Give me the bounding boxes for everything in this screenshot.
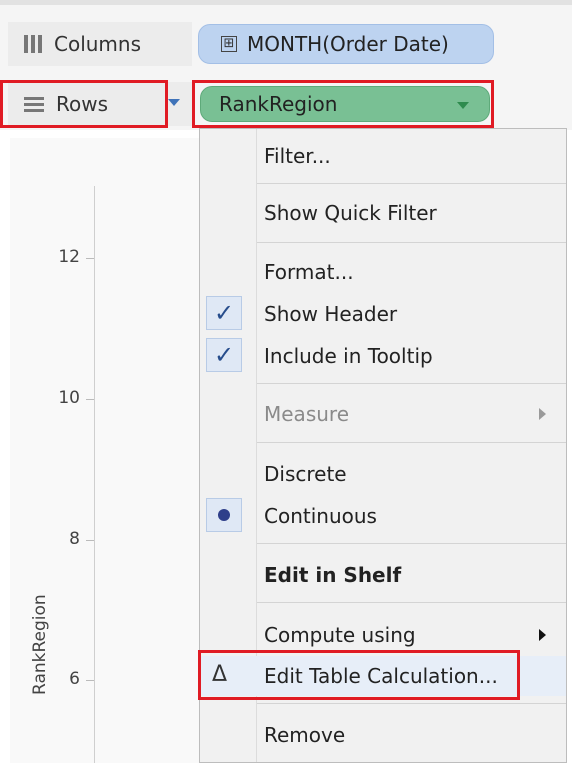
menu-item-edit-table-calculation[interactable]: Δ Edit Table Calculation... [200,656,566,696]
rankregion-pill[interactable]: RankRegion [200,86,490,122]
menu-item-label: Continuous [264,504,377,528]
rows-label-text: Rows [56,92,109,116]
submenu-arrow-icon [539,408,546,420]
menu-item-label: Edit Table Calculation... [264,664,498,688]
columns-shelf-label: Columns [8,22,192,66]
menu-separator [257,543,566,544]
menu-item-label: Compute using [264,623,416,647]
delta-icon: Δ [212,662,228,687]
menu-item-label: Show Header [264,302,398,326]
pill-context-menu: Filter... Show Quick Filter Format... ✓ … [199,128,567,763]
menu-item-label: Format... [264,260,354,284]
menu-item-label: Edit in Shelf [264,563,402,587]
columns-label-text: Columns [54,32,142,56]
menu-item-show-quick-filter[interactable]: Show Quick Filter [200,193,566,233]
menu-item-label: Include in Tooltip [264,344,433,368]
y-tick-mark [86,540,94,541]
menu-item-label: Show Quick Filter [264,201,437,225]
menu-item-label: Filter... [264,144,331,168]
menu-separator [257,383,566,384]
y-tick-label: 12 [58,247,80,267]
menu-item-format[interactable]: Format... [200,252,566,292]
y-tick-mark [86,399,94,400]
pill-dropdown-icon[interactable] [457,102,469,109]
menu-item-label: Discrete [264,462,347,486]
rows-dropdown-icon[interactable] [168,99,180,106]
rows-icon [24,96,44,112]
top-border [0,0,572,5]
y-tick-mark [86,258,94,259]
expand-plus-icon[interactable]: ⊞ [221,36,237,52]
month-pill-label: MONTH(Order Date) [247,32,449,56]
y-tick-label: 10 [58,388,80,408]
menu-item-compute-using[interactable]: Compute using [200,615,566,655]
menu-separator [257,703,566,704]
radio-selected-icon [206,498,242,532]
menu-item-discrete[interactable]: Discrete [200,454,566,494]
y-axis-line [94,186,95,763]
y-axis-title: RankRegion [30,594,50,695]
menu-item-show-header[interactable]: ✓ Show Header [200,294,566,334]
menu-item-filter[interactable]: Filter... [200,136,566,176]
submenu-arrow-icon [539,629,546,641]
menu-item-label: Remove [264,723,346,747]
menu-item-remove[interactable]: Remove [200,715,566,755]
checkmark-icon: ✓ [206,338,242,372]
rows-shelf-label: Rows [8,82,192,126]
y-tick-label: 8 [69,529,80,549]
y-tick-mark [86,680,94,681]
month-order-date-pill[interactable]: ⊞ MONTH(Order Date) [198,24,494,64]
rankregion-pill-label: RankRegion [219,92,338,116]
menu-separator [257,183,566,184]
menu-item-continuous[interactable]: Continuous [200,496,566,536]
menu-item-measure: Measure [200,394,566,434]
columns-icon [24,35,42,53]
menu-separator [257,602,566,603]
menu-item-include-in-tooltip[interactable]: ✓ Include in Tooltip [200,336,566,376]
checkmark-icon: ✓ [206,296,242,330]
menu-item-edit-in-shelf[interactable]: Edit in Shelf [200,555,566,595]
menu-separator [257,442,566,443]
menu-item-label: Measure [264,402,349,426]
menu-separator [257,242,566,243]
